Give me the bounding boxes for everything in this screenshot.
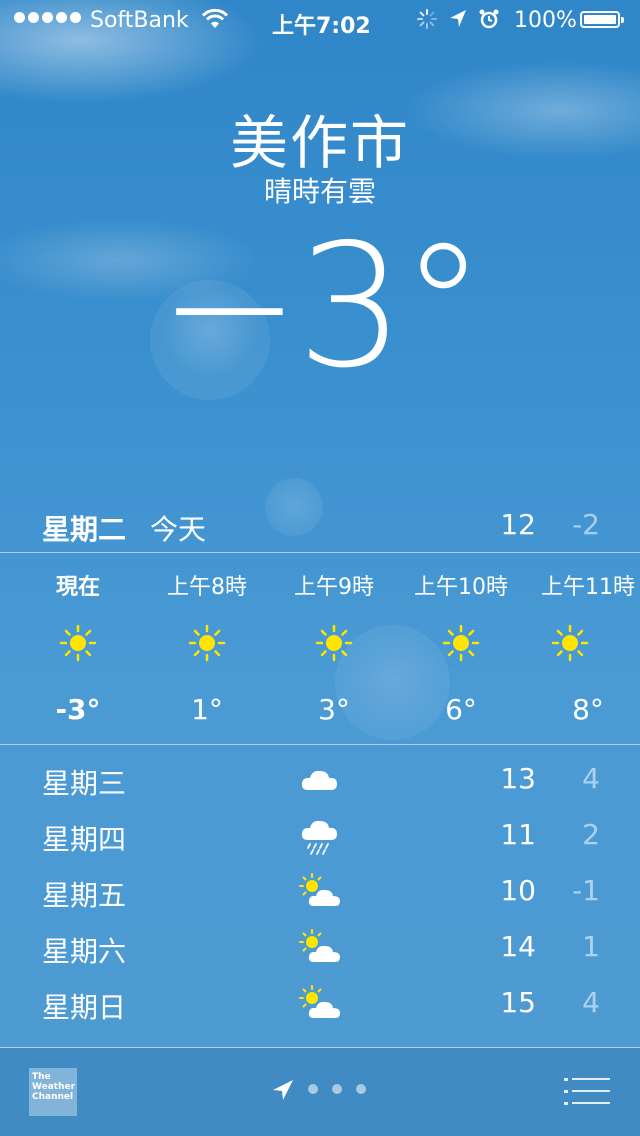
location-arrow-icon (448, 8, 468, 36)
daily-low: 4 (582, 986, 600, 1019)
page-dot[interactable] (332, 1084, 342, 1094)
partly-cloudy-icon (299, 985, 340, 1018)
wifi-icon (201, 8, 229, 36)
daily-row: 星期日 15 4 (0, 976, 640, 1032)
daily-row: 星期六 14 1 (0, 920, 640, 976)
partly-cloudy-icon (299, 929, 340, 962)
page-indicator[interactable] (308, 1084, 366, 1094)
today-low: -2 (572, 508, 600, 541)
hourly-temp: 8° (572, 693, 604, 726)
sun-icon (315, 624, 353, 662)
daily-day-name: 星期六 (42, 935, 127, 968)
partly-cloudy-icon (299, 873, 340, 906)
hourly-temp: 3° (318, 693, 350, 726)
daily-high: 11 (500, 818, 536, 851)
hourly-time: 上午8時 (167, 575, 247, 600)
sun-icon (59, 624, 97, 662)
today-summary-row: 星期二 今天 12 -2 (0, 504, 640, 548)
hourly-time: 現在 (55, 575, 100, 600)
signal-dots-icon (14, 12, 81, 23)
status-bar: SoftBank 上午7:02 100% (0, 0, 640, 40)
sun-icon (442, 624, 480, 662)
logo-line: Channel (32, 1092, 74, 1102)
current-location-icon[interactable] (271, 1078, 295, 1102)
status-time: 上午7:02 (272, 14, 371, 39)
daily-high: 13 (500, 762, 536, 795)
hourly-temp: -3° (55, 693, 101, 726)
rain-cloud-icon (301, 820, 337, 855)
daily-day-name: 星期日 (42, 991, 127, 1024)
daily-day-name: 星期四 (42, 823, 127, 856)
city-list-icon[interactable] (564, 1076, 610, 1108)
daily-high: 10 (500, 874, 536, 907)
daily-high: 14 (500, 930, 536, 963)
weather-condition: 晴時有雲 (263, 175, 376, 208)
hourly-temp: 6° (445, 693, 477, 726)
battery-percent: 100% (514, 8, 577, 33)
daily-row: 星期五 10 -1 (0, 864, 640, 920)
daily-day-name: 星期三 (42, 767, 127, 800)
hourly-time: 上午10時 (414, 575, 508, 600)
today-high: 12 (500, 508, 536, 541)
logo-line: Weather (32, 1082, 76, 1092)
cloud-icon (301, 770, 337, 790)
sun-icon (551, 624, 589, 662)
carrier-name: SoftBank (90, 8, 189, 33)
alarm-icon (478, 8, 500, 36)
hourly-time: 上午9時 (294, 575, 374, 600)
current-temperature: −3° (158, 208, 486, 406)
daily-high: 15 (500, 986, 536, 1019)
daily-row: 星期四 11 2 (0, 808, 640, 864)
daily-low: 4 (582, 762, 600, 795)
page-dot[interactable] (308, 1084, 318, 1094)
page-dot[interactable] (356, 1084, 366, 1094)
bottom-toolbar: The Weather Channel (0, 1048, 640, 1136)
city-name: 美作市 (229, 109, 410, 177)
hourly-time: 上午11時 (541, 575, 635, 600)
activity-spinner-icon (416, 8, 438, 36)
sun-icon (188, 624, 226, 662)
hourly-forecast-strip[interactable]: 現在 -3° 上午8時 1° 上午9時 3° 上午10時 6° 上午11時 8° (0, 553, 640, 743)
divider (0, 744, 640, 745)
daily-day-name: 星期五 (42, 879, 127, 912)
hourly-temp: 1° (191, 693, 223, 726)
today-label: 今天 (150, 513, 207, 546)
daily-low: -1 (572, 874, 600, 907)
battery-icon (580, 11, 624, 28)
daily-low: 2 (582, 818, 600, 851)
logo-line: The (32, 1072, 51, 1082)
today-day-name: 星期二 (42, 513, 127, 546)
daily-low: 1 (582, 930, 600, 963)
weather-channel-logo[interactable]: The Weather Channel (29, 1068, 77, 1116)
daily-row: 星期三 13 4 (0, 752, 640, 808)
